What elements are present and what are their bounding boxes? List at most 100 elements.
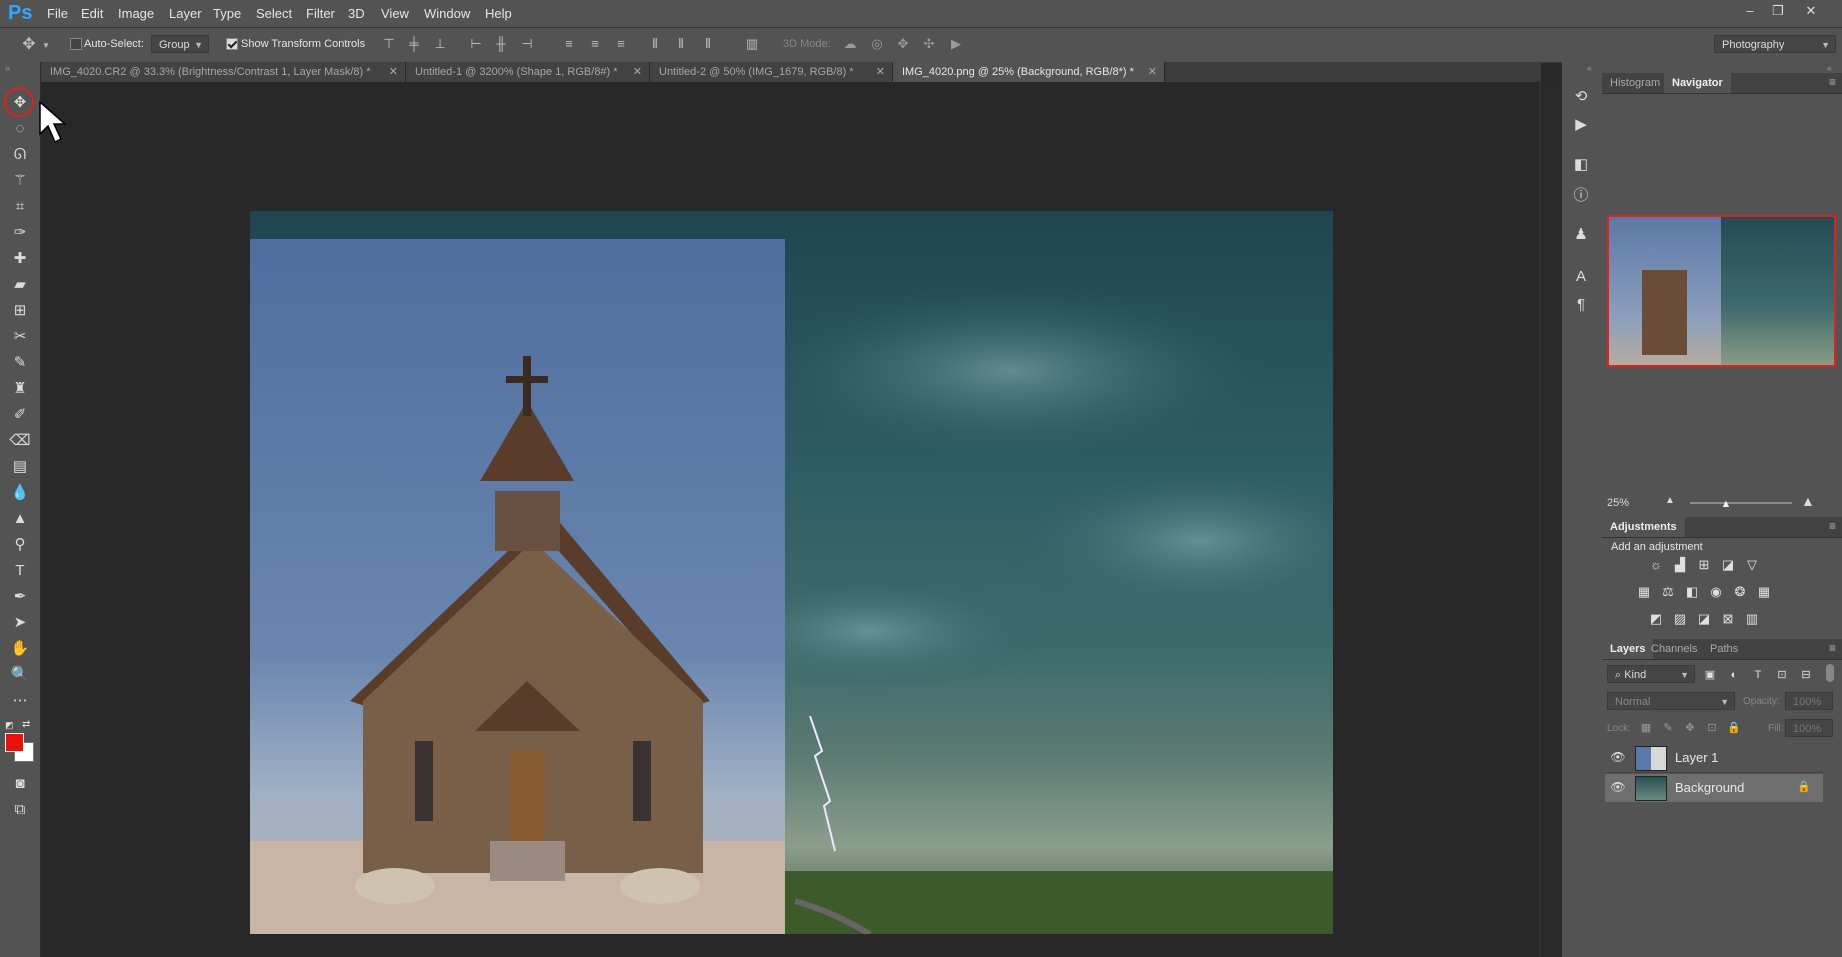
fill-input[interactable]: 100% [1785, 719, 1833, 737]
menu-type[interactable]: Type [213, 6, 241, 21]
menu-window[interactable]: Window [424, 6, 470, 21]
close-icon[interactable]: ✕ [389, 62, 398, 82]
magic-wand-tool-icon[interactable]: ⚚ [8, 170, 32, 192]
lock-pixels-icon[interactable]: ✎ [1659, 719, 1677, 737]
posterize-icon[interactable]: ▨ [1671, 610, 1689, 628]
tab-histogram[interactable]: Histogram [1602, 73, 1668, 93]
filter-toggle[interactable] [1826, 664, 1834, 682]
eyedropper-tool-icon[interactable]: ✑ [8, 222, 32, 244]
invert-icon[interactable]: ◩ [1647, 610, 1665, 628]
chevron-down-icon[interactable]: ▼ [41, 37, 51, 55]
layer-row-layer-1[interactable]: 👁 Layer 1 [1605, 744, 1823, 772]
hue-saturation-icon[interactable]: ▦ [1635, 583, 1653, 601]
workspace-dropdown[interactable]: Photography ▼ [1714, 35, 1836, 53]
filter-shape-icon[interactable]: ⊡ [1773, 666, 1791, 684]
distribute-top-icon[interactable]: ≡ [560, 35, 578, 53]
layer-name[interactable]: Layer 1 [1675, 750, 1718, 765]
3d-panel-icon[interactable]: ◧ [1569, 154, 1593, 176]
align-right-icon[interactable]: ⊣ [518, 35, 536, 53]
clone-stamp-tool-icon[interactable]: ♜ [8, 378, 32, 400]
distribute-bottom-icon[interactable]: ≡ [612, 35, 630, 53]
history-panel-icon[interactable]: ⟲ [1569, 86, 1593, 108]
3d-roll-icon[interactable]: ◎ [868, 35, 886, 53]
layer-name[interactable]: Background [1675, 780, 1744, 795]
document-image[interactable] [250, 211, 1333, 934]
menu-edit[interactable]: Edit [81, 6, 103, 21]
type-tool-icon[interactable]: T [8, 560, 32, 582]
vibrance-icon[interactable]: ▽ [1743, 556, 1761, 574]
tab-paths[interactable]: Paths [1702, 639, 1746, 659]
tab-img-4020-cr2[interactable]: IMG_4020.CR2 @ 33.3% (Brightness/Contras… [41, 62, 406, 82]
lock-position-icon[interactable]: ✥ [1681, 719, 1699, 737]
filter-adjustment-icon[interactable]: ◐ [1725, 666, 1743, 684]
swap-colors-icon[interactable]: ⇄ [22, 719, 32, 730]
panel-menu-icon[interactable]: ≡ [1829, 641, 1836, 655]
3d-pan-icon[interactable]: ✥ [894, 35, 912, 53]
menu-layer[interactable]: Layer [169, 6, 202, 21]
panels-collapse-icon[interactable]: « [1827, 63, 1832, 73]
opacity-input[interactable]: 100% [1785, 692, 1833, 710]
tab-adjustments[interactable]: Adjustments [1602, 517, 1685, 537]
info-panel-icon[interactable]: ⓘ [1569, 185, 1593, 207]
foreground-color-swatch[interactable] [5, 733, 24, 752]
tab-untitled-2[interactable]: Untitled-2 @ 50% (IMG_1679, RGB/8) * ✕ [650, 62, 893, 82]
filter-pixel-icon[interactable]: ▣ [1701, 666, 1719, 684]
history-brush-tool-icon[interactable]: ✐ [8, 404, 32, 426]
spot-healing-tool-icon[interactable]: ✚ [8, 248, 32, 270]
gradient-tool-icon[interactable]: ▤ [8, 456, 32, 478]
dodge-tool-icon[interactable]: ⚲ [8, 534, 32, 556]
minimize-button[interactable]: – [1739, 3, 1761, 23]
color-balance-icon[interactable]: ⚖ [1659, 583, 1677, 601]
eraser-tool-icon[interactable]: ⌫ [8, 430, 32, 452]
gradient-map-icon[interactable]: ▥ [1743, 610, 1761, 628]
3d-orbit-icon[interactable]: ☁ [841, 35, 859, 53]
menu-help[interactable]: Help [485, 6, 512, 21]
patch-tool-icon[interactable]: ⊞ [8, 300, 32, 322]
layer-row-background[interactable]: 👁 Background 🔒 [1605, 774, 1823, 802]
navigator-view-box[interactable] [1607, 215, 1836, 367]
navigator-thumbnail[interactable] [1607, 215, 1836, 367]
lock-all-icon[interactable]: 🔒 [1725, 719, 1743, 737]
align-bottom-icon[interactable]: ⊥ [431, 35, 449, 53]
tab-channels[interactable]: Channels [1643, 639, 1705, 659]
menu-image[interactable]: Image [118, 6, 154, 21]
align-horizontal-center-icon[interactable]: ╫ [492, 35, 510, 53]
lock-icon[interactable]: 🔒 [1797, 780, 1811, 793]
lock-artboard-icon[interactable]: ⊡ [1703, 719, 1721, 737]
auto-align-layers-icon[interactable]: ▥ [743, 35, 761, 53]
screen-mode-icon[interactable]: ⧉ [8, 799, 32, 821]
distribute-center-icon[interactable]: ≡ [586, 35, 604, 53]
close-icon[interactable]: ✕ [876, 62, 885, 82]
blur-tool-icon[interactable]: 💧 [8, 482, 32, 504]
filter-type-icon[interactable]: T [1749, 666, 1767, 684]
auto-select-target-dropdown[interactable]: Group ▼ [151, 35, 209, 53]
distribute-right-icon[interactable]: ⫴ [699, 35, 717, 53]
distribute-hcenter-icon[interactable]: ⫴ [672, 35, 690, 53]
channel-mixer-icon[interactable]: ❂ [1731, 583, 1749, 601]
vertical-scrollbar[interactable] [1539, 82, 1560, 957]
lock-transparent-icon[interactable]: ▦ [1637, 719, 1655, 737]
zoom-slider-track[interactable] [1690, 502, 1792, 504]
marquee-tool-icon[interactable]: ◌ [8, 118, 32, 140]
exposure-icon[interactable]: ◪ [1719, 556, 1737, 574]
more-tools-icon[interactable]: ⋯ [8, 690, 32, 712]
3d-camera-icon[interactable]: ▶ [947, 35, 965, 53]
lasso-tool-icon[interactable]: ᘏ [8, 144, 32, 166]
align-left-icon[interactable]: ⊢ [467, 35, 485, 53]
zoom-slider-thumb[interactable]: ▲ [1721, 498, 1732, 510]
brush-tool-icon[interactable]: ✎ [8, 352, 32, 374]
eye-icon[interactable]: 👁 [1610, 780, 1626, 794]
menu-filter[interactable]: Filter [306, 6, 335, 21]
navigator-zoom-value[interactable]: 25% [1607, 497, 1629, 509]
threshold-icon[interactable]: ◪ [1695, 610, 1713, 628]
blend-mode-dropdown[interactable]: Normal ▼ [1607, 692, 1735, 710]
clone-source-icon[interactable]: ♟ [1569, 224, 1593, 246]
zoom-out-icon[interactable]: ▲ [1665, 495, 1675, 506]
character-panel-icon[interactable]: A [1569, 266, 1593, 288]
healing-brush-tool-icon[interactable]: ▰ [8, 274, 32, 296]
panel-menu-icon[interactable]: ≡ [1829, 519, 1836, 533]
black-white-icon[interactable]: ◧ [1683, 583, 1701, 601]
layer-filter-dropdown[interactable]: ⌕ Kind ▼ [1607, 665, 1695, 683]
paragraph-panel-icon[interactable]: ¶ [1569, 294, 1593, 316]
move-tool-preset-icon[interactable]: ✥ [20, 36, 38, 54]
